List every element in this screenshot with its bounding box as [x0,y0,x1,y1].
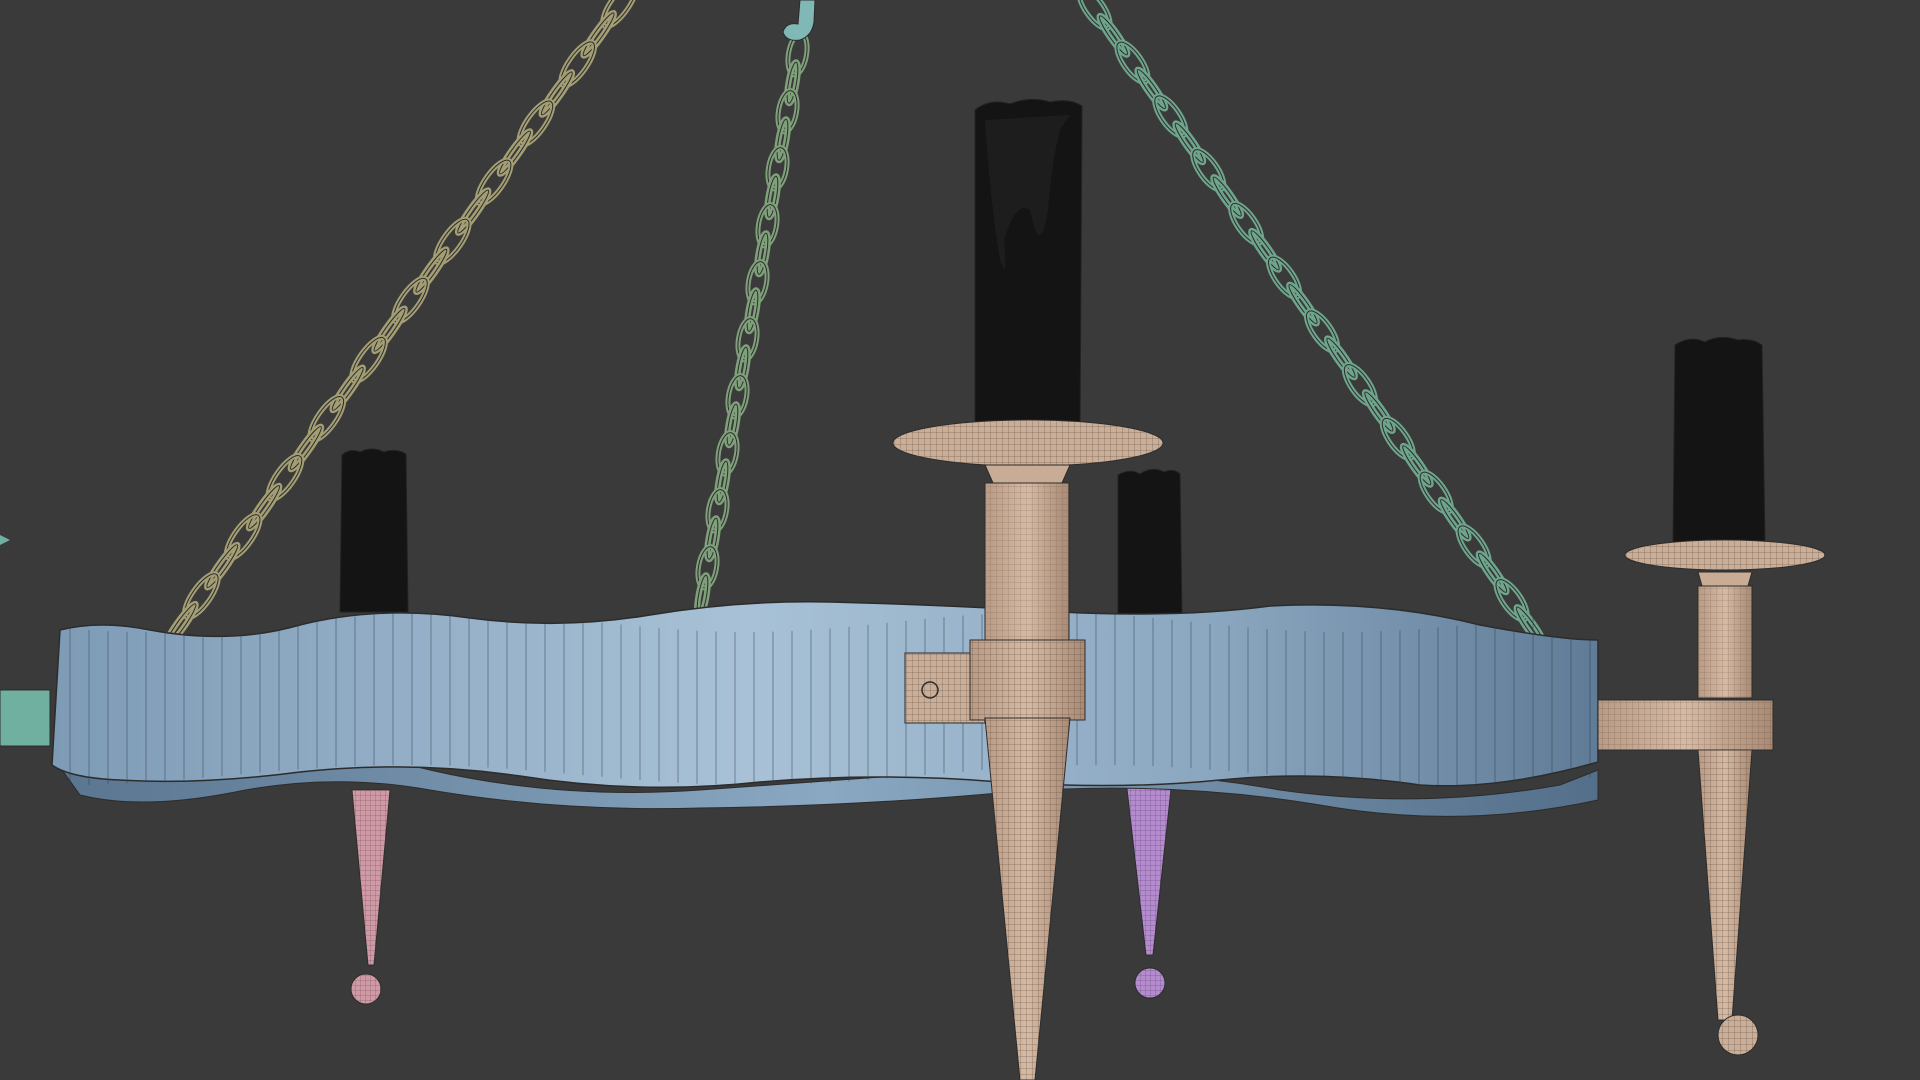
chandelier-render [0,0,1826,1080]
chain-link [203,541,241,591]
chain-middle [694,31,810,620]
chain-link [1172,120,1207,166]
chain-link [538,69,576,118]
chain-link [1361,389,1396,435]
drop-pink [350,789,391,1005]
candle-right [1672,336,1766,546]
chain-link [580,9,618,59]
candle-back-center [1117,468,1183,621]
candle-holder-right [1597,336,1826,1056]
chain-link [1399,442,1434,488]
candle-back-left [339,448,409,613]
chain-link [371,305,408,355]
chain-link [496,128,534,177]
chain-link [287,423,325,473]
chain-link [1323,335,1358,381]
left-connector [0,535,51,747]
chain-link [1210,174,1245,220]
chain-link [412,246,450,296]
drop-purple [1125,779,1173,999]
chain-link [1437,496,1472,542]
chain-link [1285,281,1321,327]
3d-viewport[interactable] [0,0,1920,1080]
chain-link [1096,12,1131,58]
chandelier-ring [51,601,1599,788]
chain-link [1475,550,1510,596]
chain-link [245,482,283,532]
chain-link [329,364,367,414]
chain-link [1248,227,1283,273]
chain-link [1134,66,1169,112]
top-hook [782,0,816,41]
chain-link [454,187,492,236]
